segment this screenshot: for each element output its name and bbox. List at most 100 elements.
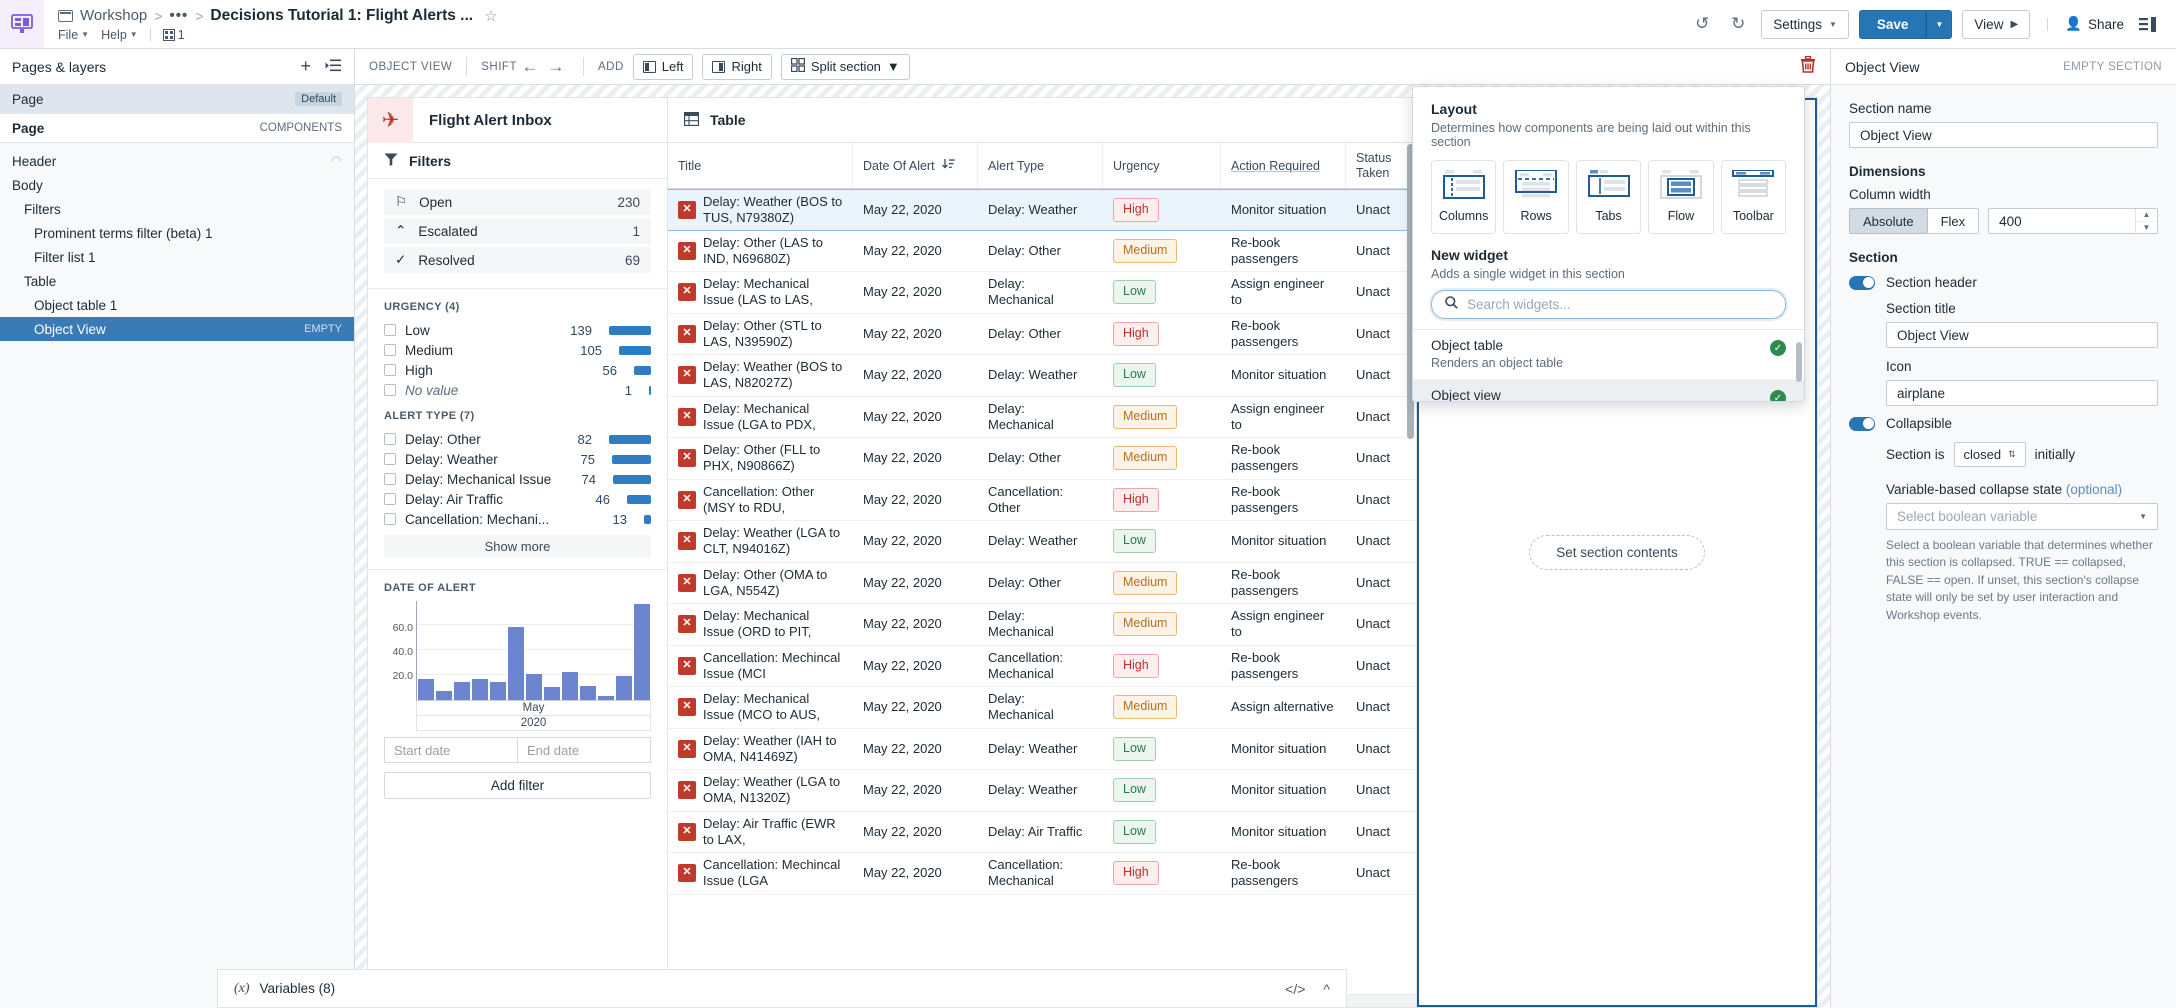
layout-option-tabs[interactable]: Tabs xyxy=(1575,160,1642,234)
delete-section-icon[interactable] xyxy=(1800,55,1816,78)
urgency-item-no-value[interactable]: No value 1 xyxy=(384,380,651,400)
show-more-button[interactable]: Show more xyxy=(384,535,651,557)
checkbox[interactable] xyxy=(384,453,396,465)
section-header-toggle[interactable] xyxy=(1849,275,1875,290)
width-number-input[interactable]: 400 ▲ ▼ xyxy=(1988,208,2158,234)
widget-item-object-view[interactable]: Object view Embeds a Hubble object view … xyxy=(1413,380,1804,401)
add-filter-button[interactable]: Add filter xyxy=(384,772,651,799)
urgency-item-medium[interactable]: Medium 105 xyxy=(384,340,651,360)
table-row[interactable]: ✕ Delay: Weather (IAH to OMA, N41469Z) May… xyxy=(668,729,1416,770)
end-date-input[interactable]: End date xyxy=(518,738,650,762)
checkbox[interactable] xyxy=(384,473,396,485)
menu-file[interactable]: File ▼ xyxy=(58,28,89,42)
share-button[interactable]: 👤 Share xyxy=(2065,16,2124,32)
alert-type-item-cancellation-mechanical[interactable]: Cancellation: Mechani... 13 xyxy=(384,509,651,529)
shift-right-icon[interactable]: → xyxy=(543,57,569,77)
collapse-icon[interactable]: ^ xyxy=(1323,981,1330,997)
table-row[interactable]: ✕ Delay: Mechanical Issue (LAS to LAS, May… xyxy=(668,272,1416,314)
filter-status-resolved[interactable]: ✓ Resolved 69 xyxy=(384,247,651,273)
app-logo-icon[interactable] xyxy=(0,0,44,48)
checkbox[interactable] xyxy=(384,384,396,396)
visibility-icon[interactable]: ◠ xyxy=(331,153,342,169)
table-row[interactable]: ✕ Delay: Other (LAS to IND, N69680Z) May 2… xyxy=(668,231,1416,272)
table-row[interactable]: ✕ Delay: Other (FLL to PHX, N90866Z) May 2… xyxy=(668,438,1416,480)
breadcrumb-workshop[interactable]: Workshop xyxy=(80,7,147,24)
panel-toggle-icon[interactable] xyxy=(2134,11,2160,37)
version-badge[interactable]: 1 xyxy=(162,28,185,42)
set-section-contents-button[interactable]: Set section contents xyxy=(1529,535,1705,570)
table-row[interactable]: ✕ Delay: Other (STL to LAS, N39590Z) May 2… xyxy=(668,314,1416,355)
redo-icon[interactable]: ↻ xyxy=(1725,11,1751,37)
filter-status-escalated[interactable]: ⌃ Escalated 1 xyxy=(384,218,651,244)
sidebar-item-object-view[interactable]: Object View EMPTY xyxy=(0,317,354,341)
table-row[interactable]: ✕ Delay: Weather (LGA to OMA, N1320Z) May … xyxy=(668,770,1416,812)
alert-type-item-delay-other[interactable]: Delay: Other 82 xyxy=(384,429,651,449)
column-header-title[interactable]: Title xyxy=(668,143,853,188)
widget-list-scrollbar[interactable] xyxy=(1796,342,1802,382)
section-is-select[interactable]: closed ⇅ xyxy=(1953,442,2026,467)
layout-option-rows[interactable]: Rows xyxy=(1503,160,1569,234)
sidebar-item-filters[interactable]: Filters xyxy=(0,197,354,221)
layout-option-flow[interactable]: Flow xyxy=(1648,160,1714,234)
checkbox[interactable] xyxy=(384,344,396,356)
table-row[interactable]: ✕ Delay: Mechanical Issue (MCO to AUS, May… xyxy=(668,687,1416,729)
layout-option-toolbar[interactable]: Toolbar xyxy=(1720,160,1787,234)
sort-descending-icon[interactable] xyxy=(941,158,955,173)
checkbox[interactable] xyxy=(384,324,396,336)
checkbox[interactable] xyxy=(384,493,396,505)
sidebar-item-body[interactable]: Body xyxy=(0,173,354,197)
absolute-toggle[interactable]: Absolute xyxy=(1849,208,1928,234)
checkbox[interactable] xyxy=(384,513,396,525)
collapse-sidebar-icon[interactable] xyxy=(325,56,342,77)
urgency-item-low[interactable]: Low 139 xyxy=(384,320,651,340)
checkbox[interactable] xyxy=(384,433,396,445)
menu-help[interactable]: Help ▼ xyxy=(101,28,138,42)
sidebar-item-page-default[interactable]: Page Default xyxy=(0,85,354,114)
icon-input[interactable]: airplane xyxy=(1886,380,2158,406)
table-row[interactable]: ✕ Delay: Weather (LGA to CLT, N94016Z) May… xyxy=(668,521,1416,563)
table-row[interactable]: ✕ Delay: Weather (BOS to TUS, N79380Z) May… xyxy=(668,189,1416,231)
undo-icon[interactable]: ↺ xyxy=(1689,11,1715,37)
view-button[interactable]: View ▶ xyxy=(1962,9,2031,39)
alert-type-item-delay-air-traffic[interactable]: Delay: Air Traffic 46 xyxy=(384,489,651,509)
start-date-input[interactable]: Start date xyxy=(385,738,518,762)
table-row[interactable]: ✕ Delay: Other (OMA to LGA, N554Z) May 22,… xyxy=(668,563,1416,604)
alert-type-item-delay-weather[interactable]: Delay: Weather 75 xyxy=(384,449,651,469)
split-section-button[interactable]: Split section ▼ xyxy=(780,53,910,80)
add-left-button[interactable]: Left xyxy=(632,53,694,80)
stepper-down-icon[interactable]: ▼ xyxy=(2136,222,2157,234)
collapsible-toggle[interactable] xyxy=(1849,416,1875,431)
sidebar-item-prominent-terms-filter[interactable]: Prominent terms filter (beta) 1 xyxy=(0,221,354,245)
add-page-icon[interactable]: + xyxy=(300,56,311,77)
table-row[interactable]: ✕ Delay: Air Traffic (EWR to LAX, May 22, … xyxy=(668,812,1416,853)
table-row[interactable]: ✕ Delay: Mechanical Issue (LGA to PDX, May… xyxy=(668,397,1416,438)
column-header-action-required[interactable]: Action Required xyxy=(1221,143,1346,188)
save-button[interactable]: Save xyxy=(1858,9,1927,39)
table-row[interactable]: ✕ Cancellation: Mechincal Issue (LGA May 2… xyxy=(668,853,1416,895)
stepper-up-icon[interactable]: ▲ xyxy=(2136,209,2157,222)
boolean-variable-select[interactable]: Select boolean variable ▼ xyxy=(1886,503,2158,530)
sidebar-item-header[interactable]: Header ◠ xyxy=(0,149,354,173)
table-row[interactable]: ✕ Delay: Weather (BOS to LAS, N82027Z) May… xyxy=(668,355,1416,397)
table-row[interactable]: ✕ Cancellation: Mechincal Issue (MCI May 2… xyxy=(668,646,1416,687)
column-header-urgency[interactable]: Urgency xyxy=(1103,143,1221,188)
checkbox[interactable] xyxy=(384,364,396,376)
save-dropdown-icon[interactable]: ▼ xyxy=(1926,9,1953,39)
column-header-alert-type[interactable]: Alert Type xyxy=(978,143,1103,188)
widget-search-input[interactable] xyxy=(1467,297,1772,312)
section-name-input[interactable]: Object View xyxy=(1849,122,2158,148)
width-stepper[interactable]: ▲ ▼ xyxy=(2135,209,2157,233)
sidebar-item-page-components[interactable]: Page COMPONENTS xyxy=(0,114,354,143)
add-right-button[interactable]: Right xyxy=(702,53,772,80)
sidebar-item-table[interactable]: Table xyxy=(0,269,354,293)
sidebar-item-object-table[interactable]: Object table 1 xyxy=(0,293,354,317)
shift-left-icon[interactable]: ← xyxy=(517,57,543,77)
column-header-date[interactable]: Date Of Alert xyxy=(853,143,978,188)
section-title-input[interactable]: Object View xyxy=(1886,322,2158,348)
layout-option-columns[interactable]: Columns xyxy=(1431,160,1497,234)
table-row[interactable]: ✕ Cancellation: Other (MSY to RDU, May 22,… xyxy=(668,480,1416,521)
variables-left[interactable]: (x) Variables (8) xyxy=(234,981,335,997)
favorite-star-icon[interactable]: ☆ xyxy=(484,7,497,25)
breadcrumb-overflow[interactable]: ••• xyxy=(169,7,188,24)
settings-button[interactable]: Settings ▼ xyxy=(1761,9,1849,39)
